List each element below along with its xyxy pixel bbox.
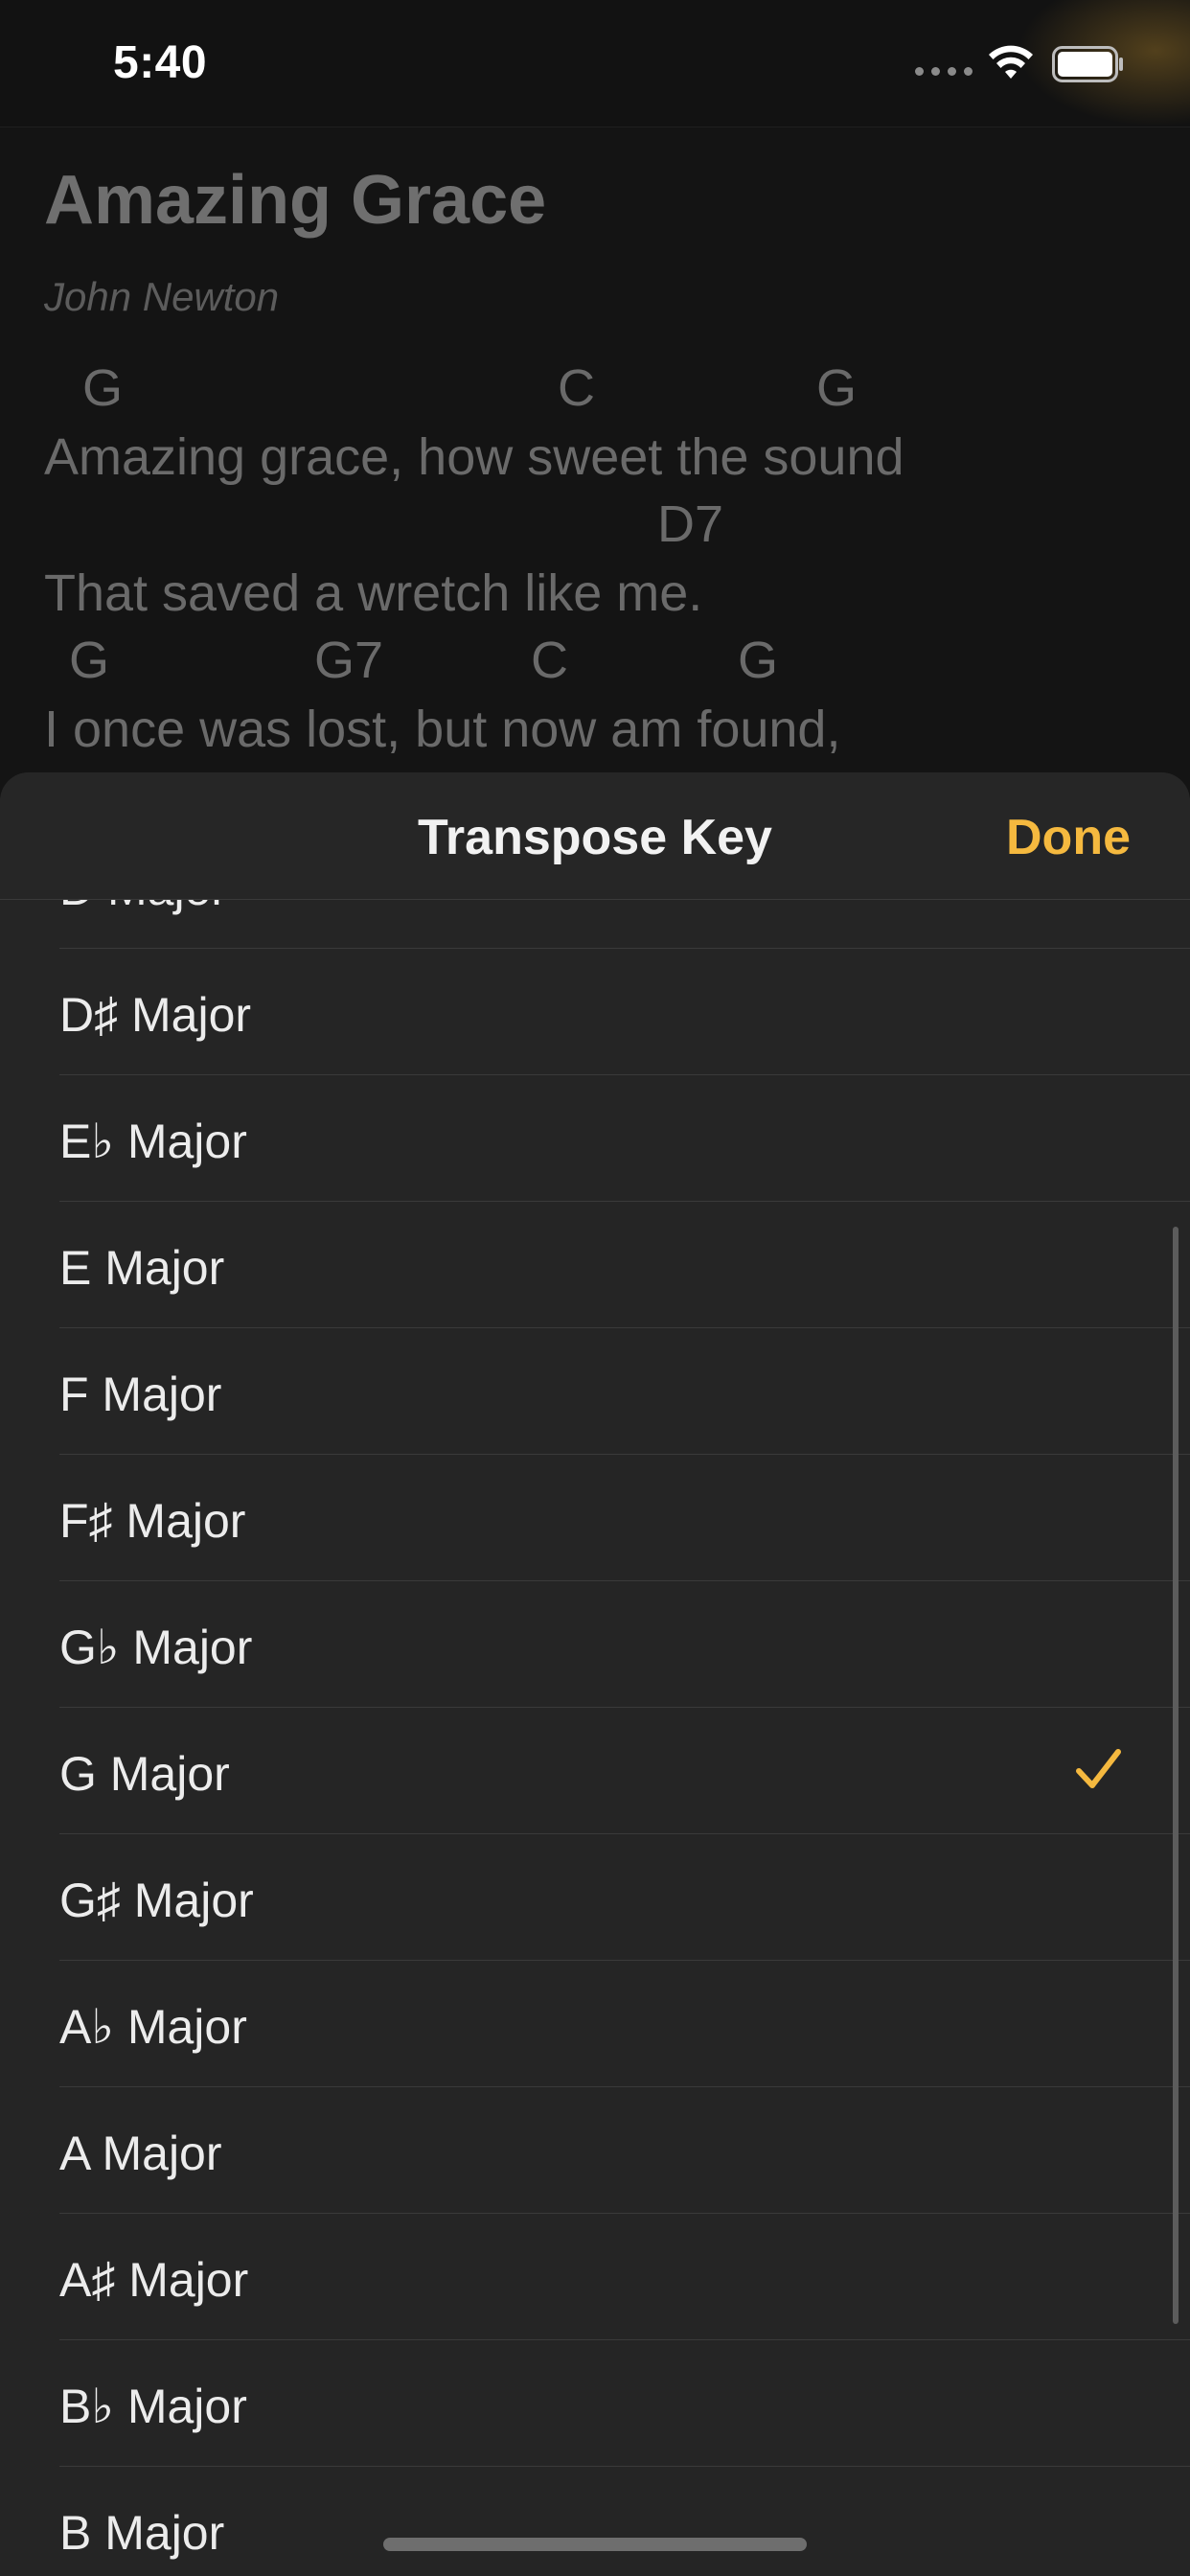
key-label: G♭ Major (59, 1621, 253, 1674)
battery-icon (1052, 46, 1123, 82)
wifi-icon (989, 45, 1033, 79)
key-label: A♭ Major (59, 2000, 247, 2054)
key-row[interactable]: B Major (0, 2467, 1190, 2576)
chord: G (816, 359, 858, 417)
key-row[interactable]: A Major (0, 2087, 1190, 2214)
key-label: B♭ Major (59, 2380, 247, 2433)
chord: C (558, 359, 595, 417)
key-label: D Major (59, 899, 227, 916)
screen: 5:40 Amazing Grace John Newton G C G Ama… (0, 0, 1190, 2576)
key-row[interactable]: G Major (0, 1708, 1190, 1834)
status-bar: 5:40 (0, 0, 1190, 127)
key-row[interactable]: B♭ Major (0, 2340, 1190, 2467)
key-row[interactable]: E Major (0, 1202, 1190, 1328)
lyric-line: Amazing grace, how sweet the sound (44, 428, 904, 486)
key-row[interactable]: F♯ Major (0, 1455, 1190, 1581)
key-row[interactable]: G♭ Major (0, 1581, 1190, 1708)
checkmark-icon (1076, 1749, 1121, 1788)
lyric-line: That saved a wretch like me. (44, 564, 703, 622)
chord: G (738, 632, 779, 689)
key-label: G♯ Major (59, 1874, 254, 1927)
key-row[interactable]: A♯ Major (0, 2214, 1190, 2340)
key-label: E Major (59, 1241, 225, 1295)
lyric-line: I once was lost, but now am found, (44, 701, 841, 758)
key-row[interactable]: G♯ Major (0, 1834, 1190, 1961)
key-row[interactable]: F Major (0, 1328, 1190, 1455)
key-label: E♭ Major (59, 1115, 247, 1168)
chord: D7 (657, 495, 724, 553)
sheet-header: Transpose Key Done (0, 772, 1190, 900)
chord: G7 (314, 632, 384, 689)
chord: C (531, 632, 568, 689)
key-list[interactable]: D Major D♯ Major E♭ Major E Major F Major F♯ … (0, 899, 1190, 2576)
home-indicator[interactable] (383, 2538, 807, 2551)
key-label: B Major (59, 2506, 225, 2560)
key-row[interactable]: E♭ Major (0, 1075, 1190, 1202)
song-title: Amazing Grace (44, 162, 547, 239)
song-author: John Newton (44, 274, 280, 319)
key-row[interactable]: D♯ Major (0, 949, 1190, 1075)
chord: G (69, 632, 110, 689)
chord: G (82, 359, 124, 417)
key-label: D♯ Major (59, 988, 252, 1042)
key-row[interactable]: A♭ Major (0, 1961, 1190, 2087)
key-label: A♯ Major (59, 2253, 249, 2307)
key-label: G Major (59, 1747, 230, 1801)
key-list-content: D Major D♯ Major E♭ Major E Major F Major F♯ … (0, 899, 1190, 2576)
done-button[interactable]: Done (1006, 809, 1131, 866)
key-label: A Major (59, 2127, 222, 2180)
cellular-signal-icon (915, 67, 973, 76)
transpose-sheet: Transpose Key Done D Major D♯ Major E♭ Maj… (0, 772, 1190, 2576)
status-time: 5:40 (113, 37, 208, 88)
key-row[interactable]: D Major (0, 899, 1190, 949)
key-label: F♯ Major (59, 1494, 246, 1548)
scroll-indicator[interactable] (1173, 1227, 1179, 2324)
key-label: F Major (59, 1368, 222, 1421)
